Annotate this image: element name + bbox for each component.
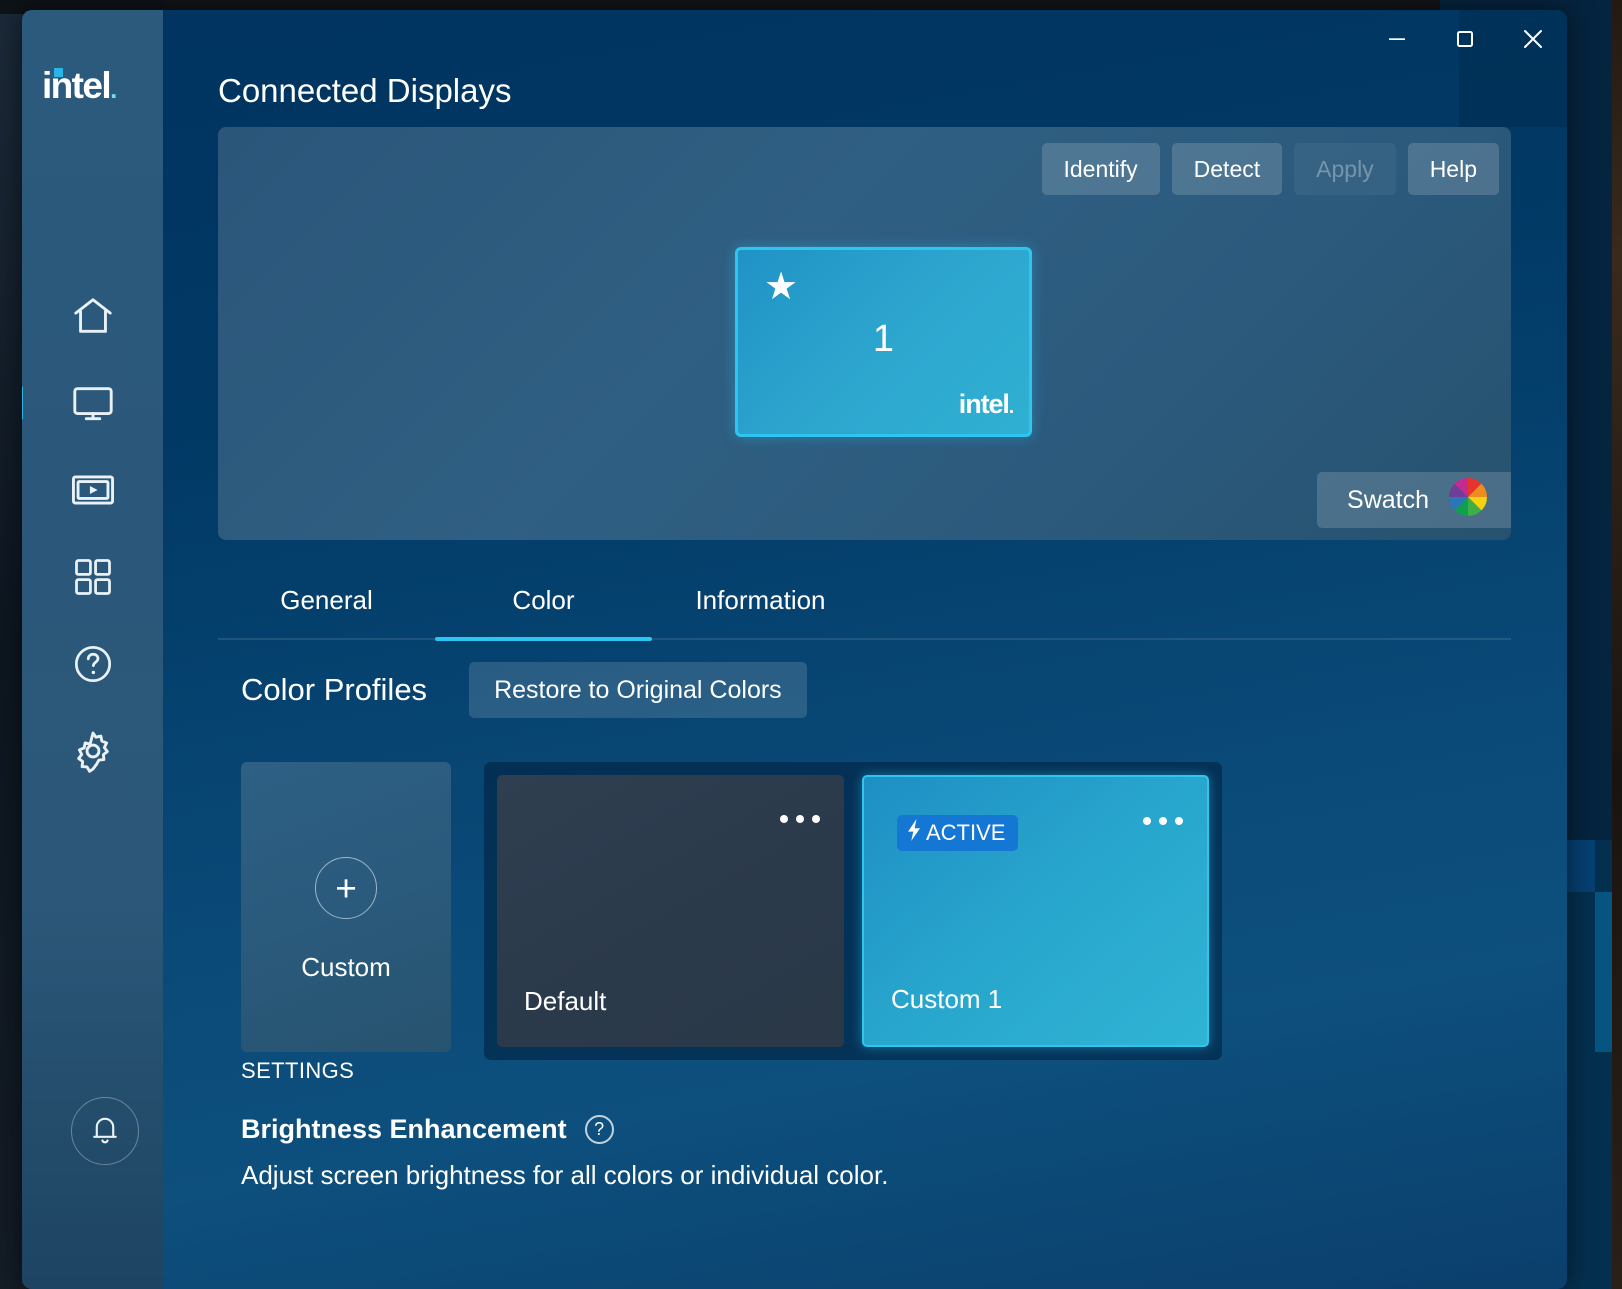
- tab-information[interactable]: Information: [652, 561, 869, 639]
- notifications-button[interactable]: [71, 1097, 139, 1165]
- restore-original-colors-button[interactable]: Restore to Original Colors: [469, 662, 807, 718]
- display-1-card[interactable]: ★ 1 intel.: [735, 247, 1032, 437]
- intel-graphics-command-center-window: intel .: [22, 10, 1567, 1289]
- intel-logo-dot: [54, 68, 63, 77]
- window-controls: [1363, 10, 1567, 72]
- intel-logo-text: intel: [42, 65, 110, 106]
- sidebar-item-home[interactable]: [22, 272, 163, 359]
- color-profiles-list: + Custom Default ACTIVE Custom: [241, 762, 1222, 1060]
- primary-display-star-icon: ★: [764, 268, 798, 306]
- minimize-button[interactable]: [1363, 10, 1431, 72]
- swatch-button[interactable]: Swatch: [1317, 472, 1511, 528]
- more-options-icon[interactable]: [1143, 817, 1183, 825]
- grid-icon: [71, 555, 115, 599]
- display-toolbar: Identify Detect Apply Help: [1042, 143, 1500, 195]
- sidebar-item-apps[interactable]: [22, 533, 163, 620]
- swatch-label: Swatch: [1347, 486, 1429, 515]
- minimize-icon: [1386, 28, 1408, 55]
- question-mark-icon[interactable]: ?: [585, 1115, 614, 1144]
- home-icon: [70, 293, 116, 339]
- sidebar: intel .: [22, 10, 163, 1289]
- setting-title: Brightness Enhancement: [241, 1114, 567, 1145]
- identify-button[interactable]: Identify: [1042, 143, 1160, 195]
- gear-icon: [70, 728, 116, 774]
- wallpaper-edge: [1612, 0, 1622, 1289]
- display-tabs: General Color Information: [218, 562, 1511, 640]
- display-preview-panel: Identify Detect Apply Help ★ 1 intel. Sw…: [218, 127, 1511, 540]
- video-icon: [70, 467, 116, 513]
- detect-button[interactable]: Detect: [1172, 143, 1282, 195]
- profile-card-default[interactable]: Default: [497, 775, 844, 1047]
- profile-card-custom-1-label: Custom 1: [891, 984, 1002, 1015]
- close-button[interactable]: [1499, 10, 1567, 72]
- question-circle-icon: [71, 642, 115, 686]
- monitor-icon: [70, 380, 116, 426]
- apply-button: Apply: [1294, 143, 1396, 195]
- settings-section-header: SETTINGS: [241, 1058, 354, 1084]
- intel-logo: intel .: [42, 65, 116, 107]
- lightning-bolt-icon: [904, 818, 924, 848]
- profile-card-custom-1[interactable]: ACTIVE Custom 1: [862, 775, 1209, 1047]
- close-icon: [1520, 26, 1546, 57]
- sidebar-item-settings[interactable]: [22, 707, 163, 794]
- status-badge-label: ACTIVE: [926, 820, 1005, 846]
- status-badge-active: ACTIVE: [897, 815, 1018, 851]
- sidebar-item-display[interactable]: [22, 359, 163, 446]
- intel-logo-period: .: [110, 74, 116, 104]
- maximize-button[interactable]: [1431, 10, 1499, 72]
- sidebar-item-support[interactable]: [22, 620, 163, 707]
- main-content: Connected Displays Identify Detect Apply…: [163, 10, 1567, 1289]
- add-custom-profile-label: Custom: [241, 952, 451, 983]
- sidebar-item-video[interactable]: [22, 446, 163, 533]
- more-options-icon[interactable]: [780, 815, 820, 823]
- tab-general[interactable]: General: [218, 561, 435, 639]
- color-profiles-header: Color Profiles Restore to Original Color…: [241, 662, 807, 718]
- display-card-intel-logo: intel.: [959, 389, 1013, 420]
- maximize-icon: [1454, 28, 1476, 55]
- page-title: Connected Displays: [218, 72, 512, 110]
- setting-brightness-enhancement-header: Brightness Enhancement ?: [241, 1114, 614, 1145]
- sidebar-nav: [22, 272, 163, 794]
- saved-profiles-group: Default ACTIVE Custom 1: [484, 762, 1222, 1060]
- profile-card-default-label: Default: [524, 986, 606, 1017]
- help-button[interactable]: Help: [1408, 143, 1499, 195]
- color-profiles-title: Color Profiles: [241, 672, 427, 708]
- setting-description: Adjust screen brightness for all colors …: [241, 1154, 1121, 1196]
- bell-icon: [88, 1112, 122, 1151]
- tab-color[interactable]: Color: [435, 561, 652, 639]
- plus-icon: +: [315, 857, 377, 919]
- add-custom-profile-card[interactable]: + Custom: [241, 762, 451, 1052]
- color-wheel-icon: [1447, 476, 1489, 525]
- display-number: 1: [738, 318, 1029, 361]
